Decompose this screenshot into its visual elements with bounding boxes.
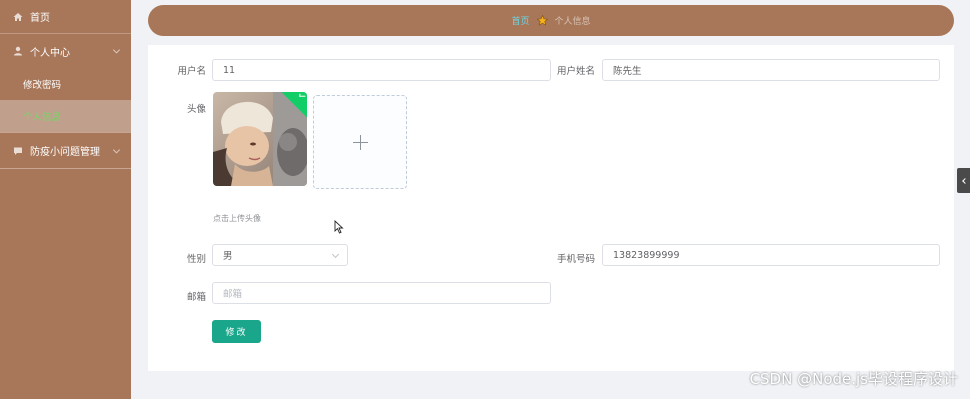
gender-label: 性别 [186,254,206,265]
collapse-panel-tab[interactable] [957,168,970,193]
gender-value: 男 [223,251,233,262]
breadcrumb: 首页 个人信息 [148,5,954,36]
phone-field[interactable]: 13823899999 [602,244,940,266]
username-field[interactable]: 11 [212,59,551,81]
sidebar-item-label: 首页 [30,13,50,24]
sidebar-item-epidemic-questions[interactable]: 防疫小问题管理 [0,133,131,169]
breadcrumb-current: 个人信息 [554,17,591,27]
chevron-down-icon [112,46,121,54]
sidebar-group-personal-center: 个人中心 修改密码 个人信息 [0,34,131,133]
avatar-upload-button[interactable] [313,95,407,189]
watermark: CSDN @Node.js毕设程序设计 [749,370,958,388]
star-icon [536,15,548,26]
home-icon [12,11,24,23]
realname-label: 用户姓名 [556,66,595,77]
user-icon [12,45,24,57]
chevron-left-icon [961,177,968,184]
sidebar-item-label: 个人中心 [30,47,70,59]
avatar-label: 头像 [186,104,206,115]
plus-icon-vertical [360,135,361,150]
sidebar-subitem-personal-info[interactable]: 个人信息 [0,100,131,132]
chat-icon [12,145,24,157]
realname-field[interactable]: 陈先生 [602,59,940,81]
email-label: 邮箱 [186,292,206,303]
sidebar: 首页 个人中心 修改密码 个人信息 防疫小问题管理 [0,0,131,399]
sidebar-item-home[interactable]: 首页 [0,0,131,34]
profile-form: 用户名 11 用户姓名 陈先生 头像 点击上传头像 性别 男 手机号码 1382… [148,45,954,371]
sidebar-subitem-change-password[interactable]: 修改密码 [0,68,131,100]
gender-select[interactable]: 男 [212,244,348,266]
upload-tip: 点击上传头像 [213,214,261,223]
submit-button[interactable]: 修改 [212,320,261,343]
mouse-cursor-icon [334,220,344,234]
breadcrumb-home[interactable]: 首页 [511,14,529,27]
sidebar-item-label: 防疫小问题管理 [30,147,100,158]
email-field[interactable]: 邮箱 [212,282,551,304]
phone-label: 手机号码 [556,254,595,265]
avatar[interactable] [213,92,307,186]
chevron-down-icon [331,250,340,259]
sidebar-item-personal-center[interactable]: 个人中心 [0,34,131,68]
chevron-down-icon [112,145,121,154]
username-label: 用户名 [177,66,206,77]
